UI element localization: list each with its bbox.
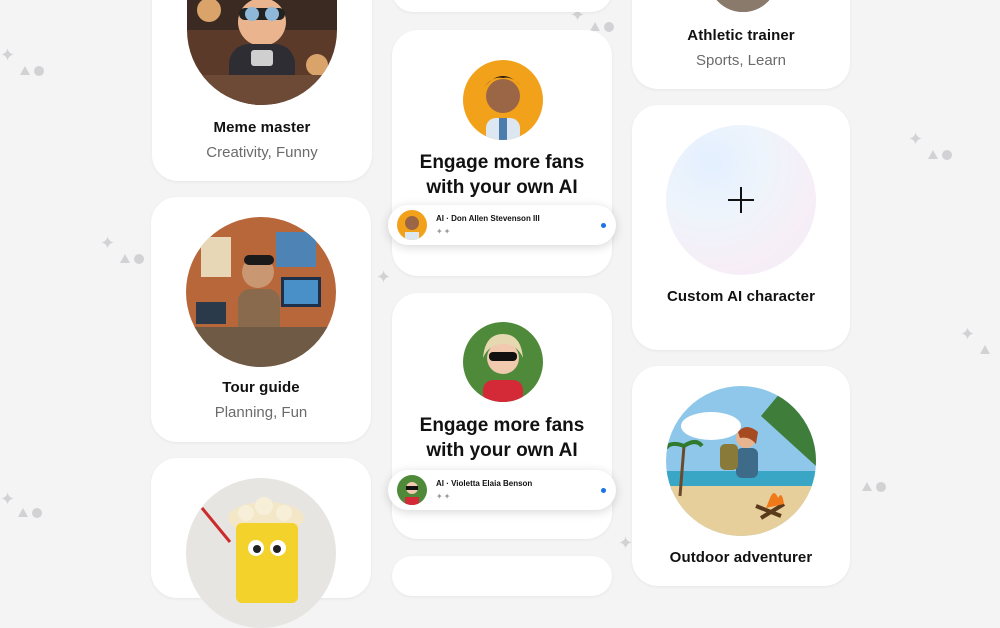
sparkle-icon: ✦✦ [436, 492, 452, 501]
sparkle-icon: ✦ [618, 533, 634, 553]
creator-avatar [463, 60, 543, 140]
status-dot [601, 488, 606, 493]
character-avatar [666, 386, 816, 536]
character-card-tour-guide[interactable]: Tour guide Planning, Fun [151, 197, 371, 442]
character-traits: Creativity, Funny [206, 144, 318, 161]
promo-heading-line1: Engage more fans [419, 415, 585, 436]
character-card-athletic-trainer[interactable]: Athletic trainer Sports, Learn [632, 0, 850, 89]
promo-card-top-partial [392, 0, 612, 12]
ai-chip-name: AI · Don Allen Stevenson III [436, 214, 540, 223]
plus-circle [666, 125, 816, 275]
character-title: Outdoor adventurer [669, 549, 813, 566]
creator-avatar-small [397, 210, 427, 240]
character-title: Tour guide [222, 379, 300, 396]
character-title: Athletic trainer [687, 27, 795, 44]
promo-heading-line2: with your own AI [426, 177, 578, 198]
character-traits: Planning, Fun [214, 404, 308, 421]
sparkle-icon: ✦ [0, 489, 16, 509]
plus-icon [740, 187, 742, 213]
sparkle-icon: ✦ [960, 324, 976, 344]
promo-card-bottom-partial [392, 556, 612, 596]
character-card-outdoor-adventurer[interactable]: Outdoor adventurer [632, 366, 850, 586]
character-avatar [186, 478, 336, 628]
character-card-meme-master[interactable]: Meme master Creativity, Funny [152, 0, 372, 181]
character-traits: Sports, Learn [695, 52, 787, 69]
status-dot [601, 223, 606, 228]
promo-heading-line2: with your own AI [426, 440, 578, 461]
custom-ai-character-button[interactable]: Custom AI character [632, 105, 850, 350]
character-avatar [186, 217, 336, 367]
promo-heading-line1: Engage more fans [419, 152, 585, 173]
character-card-popcorn[interactable] [151, 458, 371, 628]
character-avatar [708, 0, 778, 12]
sparkle-icon: ✦✦ [436, 227, 452, 236]
sparkle-icon: ✦ [0, 45, 16, 65]
creator-avatar-small [397, 475, 427, 505]
character-avatar [187, 0, 337, 105]
character-title: Custom AI character [666, 288, 816, 305]
ai-chat-chip[interactable]: AI · Violetta Elaia Benson ✦✦ [388, 470, 616, 510]
sparkle-icon: ✦ [376, 267, 392, 287]
sparkle-icon: ✦ [908, 129, 924, 149]
ai-chip-name: AI · Violetta Elaia Benson [436, 479, 533, 488]
sparkle-icon: ✦ [100, 233, 116, 253]
creator-avatar [463, 322, 543, 402]
ai-chat-chip[interactable]: AI · Don Allen Stevenson III ✦✦ [388, 205, 616, 245]
character-title: Meme master [213, 119, 311, 136]
